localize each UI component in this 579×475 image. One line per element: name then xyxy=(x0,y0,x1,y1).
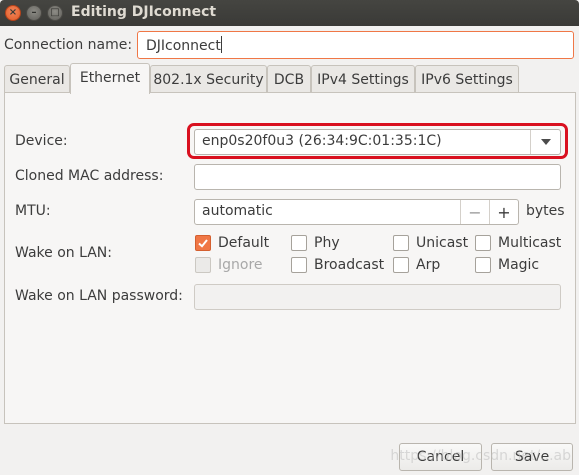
tab-general[interactable]: General xyxy=(4,65,70,93)
wol-broadcast-label: Broadcast xyxy=(314,257,385,273)
tab-8021x-security[interactable]: 802.1x Security xyxy=(150,65,267,93)
text-caret xyxy=(220,36,222,53)
mtu-label: MTU: xyxy=(15,203,51,219)
checkbox-icon xyxy=(291,235,307,251)
window-title: Editing DJIconnect xyxy=(71,4,217,20)
maximize-window-button[interactable]: □ xyxy=(47,5,63,21)
device-value: enp0s20f0u3 (26:34:9C:01:35:1C) xyxy=(202,133,442,149)
wol-password-label: Wake on LAN password: xyxy=(15,288,183,304)
tab-dcb[interactable]: DCB xyxy=(267,65,311,93)
maximize-icon: □ xyxy=(50,7,60,18)
wol-arp-checkbox[interactable]: Arp xyxy=(393,256,440,274)
wol-default-checkbox[interactable]: Default xyxy=(195,234,269,252)
wol-broadcast-checkbox[interactable]: Broadcast xyxy=(291,256,384,274)
wol-magic-label: Magic xyxy=(498,257,540,273)
watermark-text: https://blog.csdn.net/...ab xyxy=(390,448,571,464)
checkbox-icon xyxy=(291,257,307,273)
dropdown-arrow-icon[interactable] xyxy=(530,130,560,154)
mtu-spinbox[interactable]: automatic − + xyxy=(194,199,519,225)
wol-unicast-label: Unicast xyxy=(416,235,469,251)
cloned-mac-label: Cloned MAC address: xyxy=(15,168,164,184)
checkbox-icon xyxy=(195,257,211,273)
tab-ethernet[interactable]: Ethernet xyxy=(70,63,150,94)
checkbox-icon xyxy=(475,235,491,251)
checkbox-icon xyxy=(475,257,491,273)
minimize-window-button[interactable]: – xyxy=(26,5,42,21)
checkbox-checked-icon xyxy=(195,235,211,251)
connection-name-input[interactable]: DJIconnect xyxy=(137,31,574,59)
cloned-mac-input[interactable] xyxy=(194,164,561,190)
connection-name-value: DJIconnect xyxy=(146,38,221,54)
checkbox-icon xyxy=(393,257,409,273)
device-label: Device: xyxy=(15,133,68,149)
mtu-decrement-button[interactable]: − xyxy=(460,200,489,224)
wol-ignore-checkbox: Ignore xyxy=(195,256,263,274)
wol-phy-label: Phy xyxy=(314,235,340,251)
tab-ipv4-settings[interactable]: IPv4 Settings xyxy=(311,65,415,93)
wol-default-label: Default xyxy=(218,235,270,251)
wol-password-input xyxy=(194,284,561,310)
mtu-value: automatic xyxy=(202,203,273,219)
checkbox-icon xyxy=(393,235,409,251)
close-window-button[interactable]: × xyxy=(5,5,21,21)
tab-ipv6-settings[interactable]: IPv6 Settings xyxy=(415,65,519,93)
wol-ignore-label: Ignore xyxy=(218,257,263,273)
minimize-icon: – xyxy=(31,7,37,18)
wake-on-lan-label: Wake on LAN: xyxy=(15,245,112,261)
wol-magic-checkbox[interactable]: Magic xyxy=(475,256,539,274)
wol-phy-checkbox[interactable]: Phy xyxy=(291,234,340,252)
wol-multicast-label: Multicast xyxy=(498,235,562,251)
title-bar: × – □ Editing DJIconnect xyxy=(0,0,579,26)
wol-arp-label: Arp xyxy=(416,257,441,273)
mtu-unit-label: bytes xyxy=(526,203,565,219)
device-combobox[interactable]: enp0s20f0u3 (26:34:9C:01:35:1C) xyxy=(194,129,561,155)
mtu-increment-button[interactable]: + xyxy=(489,200,518,224)
wol-multicast-checkbox[interactable]: Multicast xyxy=(475,234,561,252)
close-icon: × xyxy=(8,7,18,18)
connection-name-label: Connection name: xyxy=(4,37,133,53)
wol-unicast-checkbox[interactable]: Unicast xyxy=(393,234,468,252)
